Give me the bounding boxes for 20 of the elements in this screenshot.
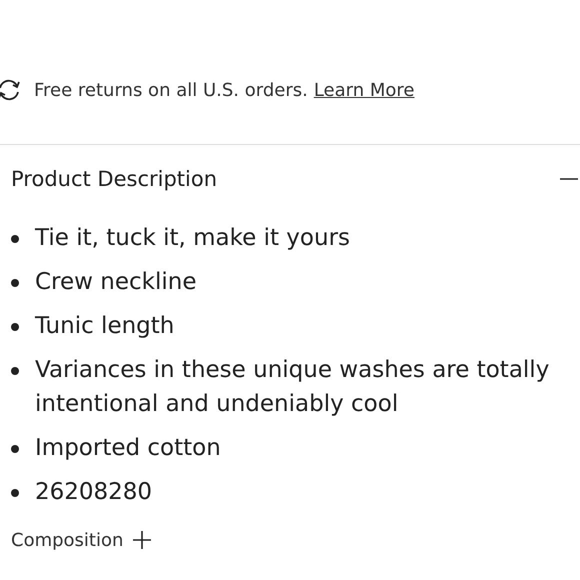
expand-button[interactable] [131,529,154,551]
minus-icon [559,178,579,180]
bullet-text: Tunic length [35,312,174,341]
bullet-icon [11,367,19,375]
bullet-icon [11,279,19,287]
bullet-icon [11,235,19,243]
returns-text: Free returns on all U.S. orders. Learn More [34,80,414,100]
refresh-icon [0,77,22,103]
plus-icon [132,530,152,550]
bullet-text: Crew neckline [35,268,196,297]
section-title: Product Description [11,167,218,191]
learn-more-link[interactable]: Learn More [314,80,414,100]
bullet-icon [11,445,19,453]
bullet-icon [11,323,19,331]
bullet-icon [11,489,19,497]
bullet-text: Tie it, tuck it, make it yours [35,224,350,253]
section-title: Composition [11,530,124,550]
bullet-text: Imported cotton [35,434,221,463]
bullet-text: 26208280 [35,478,152,507]
bullet-text: Variances in these unique washes are totally intentional and undeniably cool [35,356,550,419]
